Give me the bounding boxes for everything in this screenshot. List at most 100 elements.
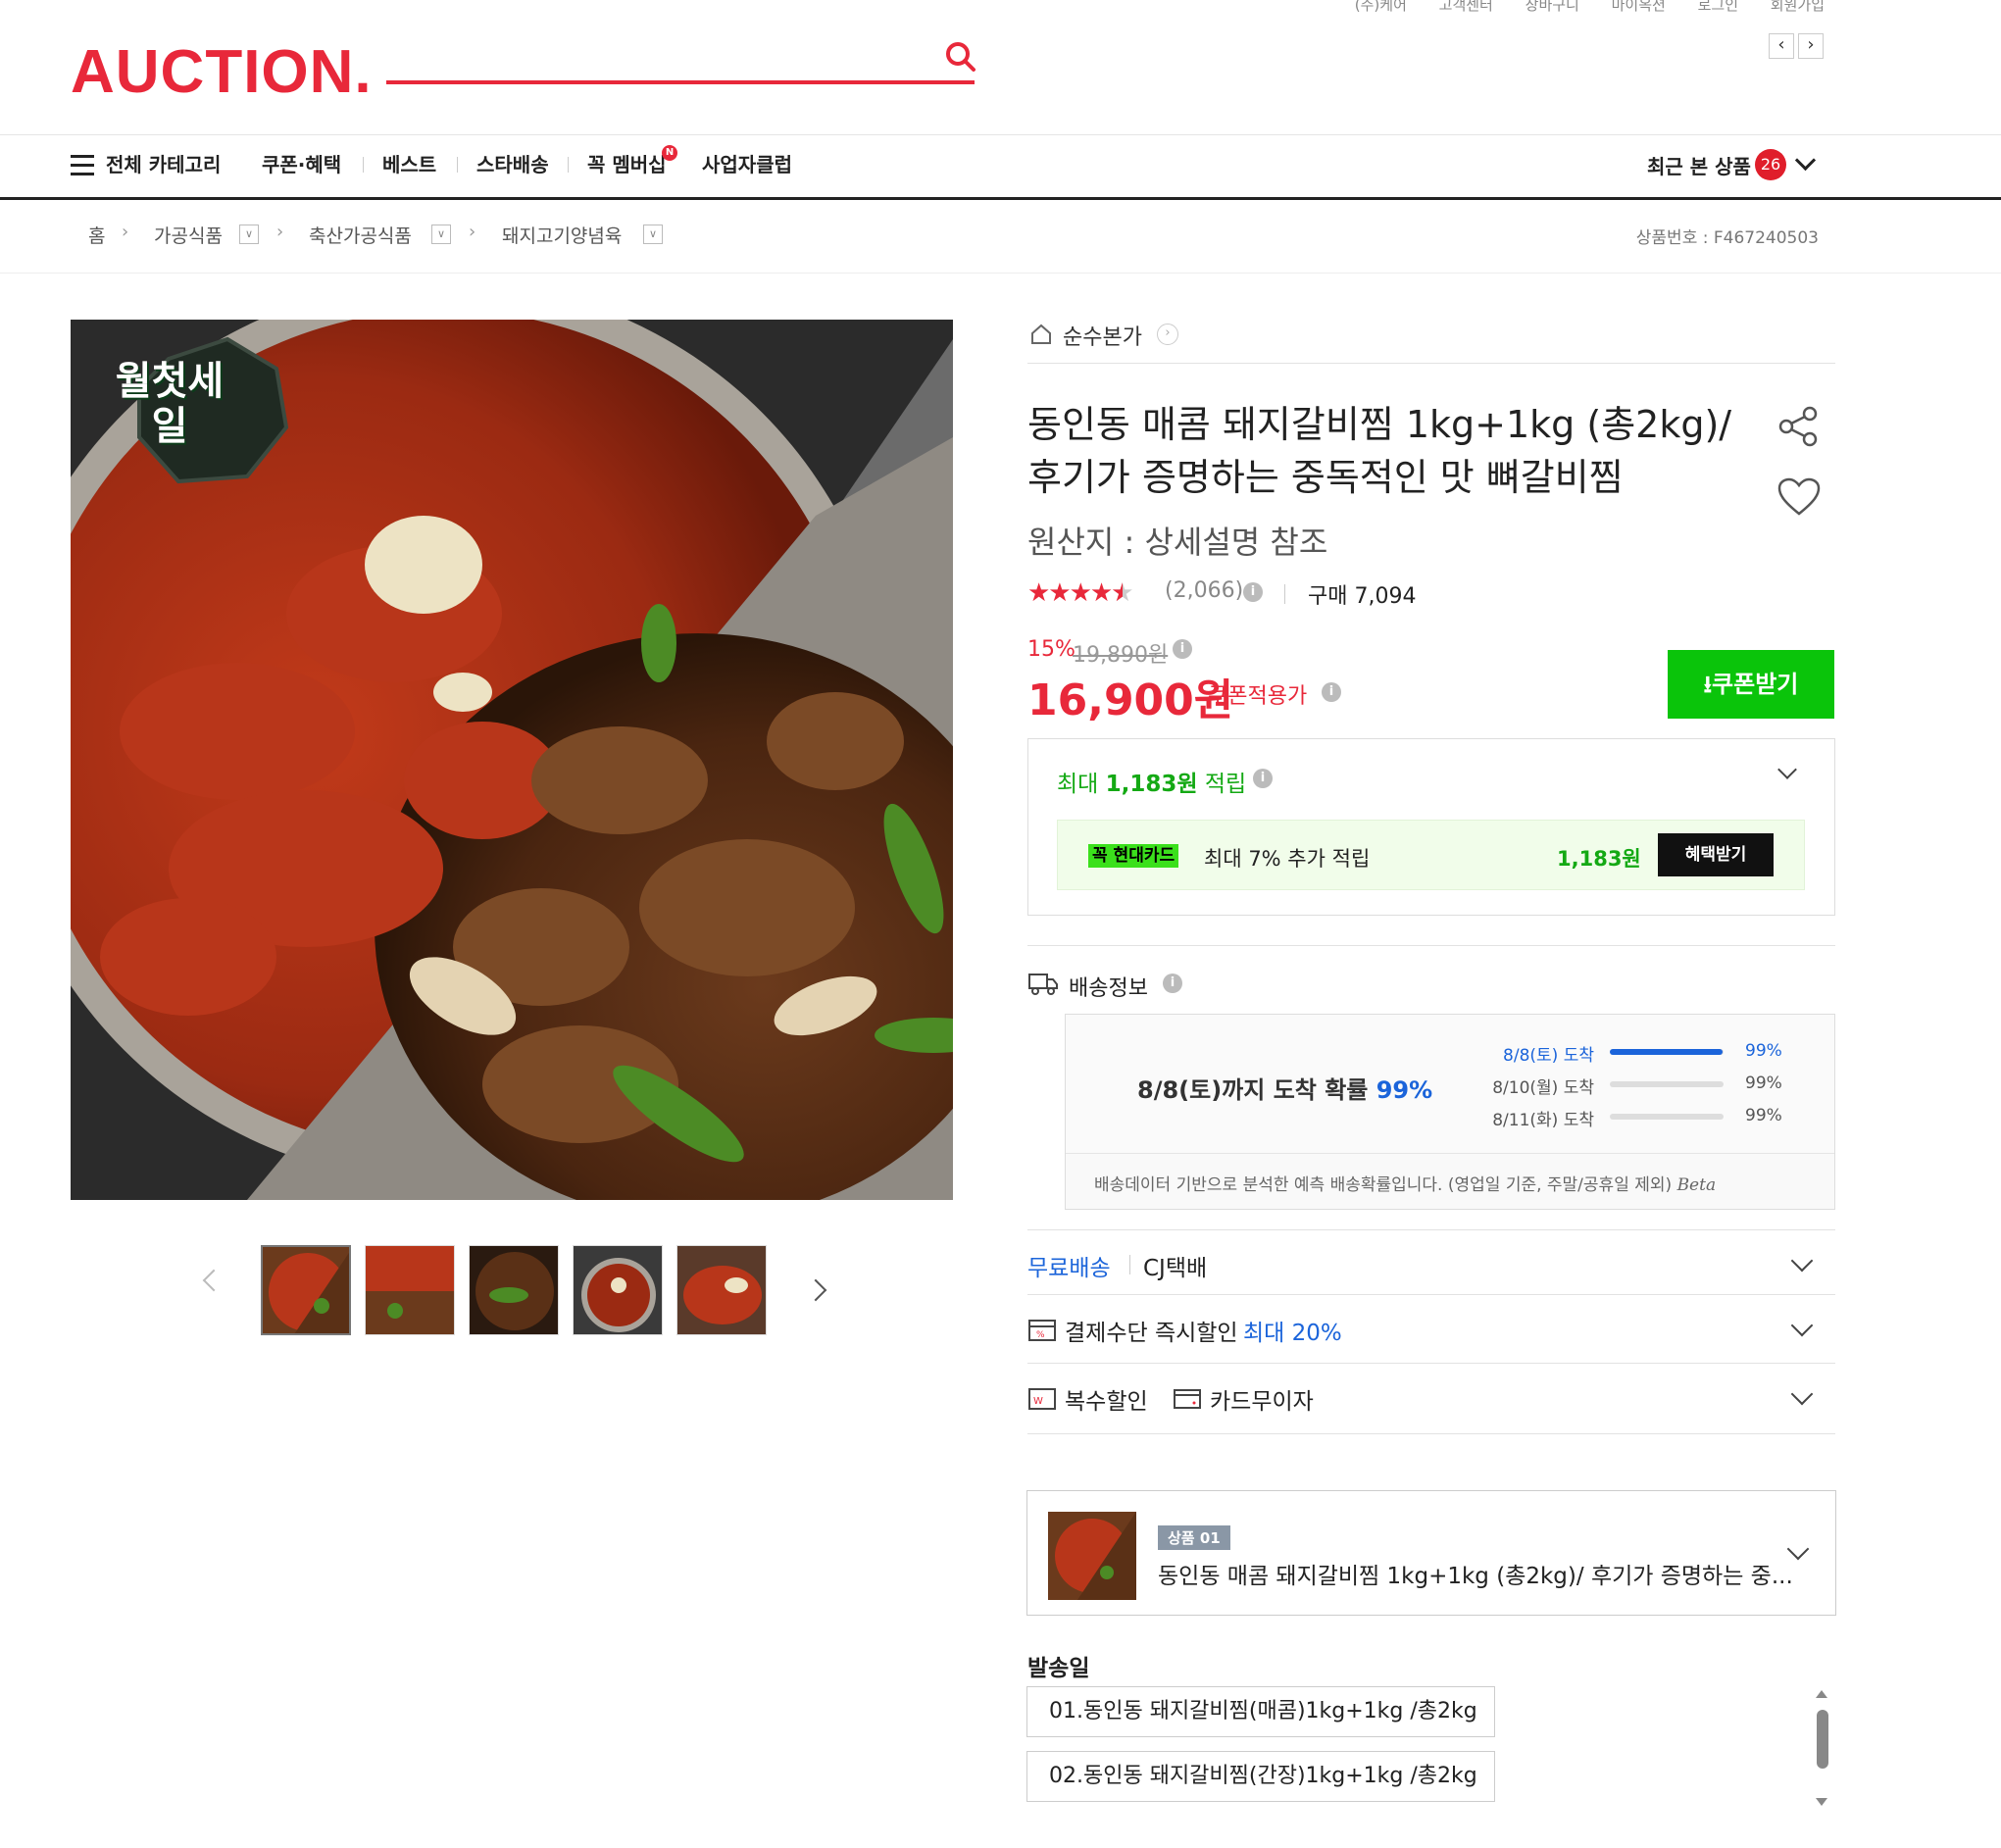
thumbnail[interactable] — [573, 1245, 663, 1335]
info-icon[interactable]: i — [1253, 769, 1273, 788]
thumb-next-icon[interactable] — [804, 1278, 827, 1302]
card-benefit-text: 최대 7% 추가 적립 — [1204, 847, 1371, 871]
nav-business-club[interactable]: 사업자클럽 — [702, 149, 792, 177]
nav-divider — [0, 134, 2001, 135]
option-select-item[interactable]: 01.동인동 돼지갈비찜(매콤)1kg+1kg /총2kg — [1026, 1686, 1495, 1737]
payment-discount-max: 최대 20% — [1243, 1321, 1342, 1346]
auction-logo[interactable]: AUCTION. — [71, 37, 373, 107]
multi-discount-icon: W — [1028, 1388, 1056, 1410]
arrival-date-label: 8/8(토) 도착 — [1503, 1046, 1594, 1066]
ship-date-label: 발송일 — [1027, 1656, 1090, 1681]
dropdown-icon[interactable]: ∨ — [431, 225, 451, 244]
selected-option-box[interactable] — [1026, 1490, 1836, 1616]
points-amount: 1,183원 — [1105, 772, 1198, 797]
separator — [1284, 584, 1285, 604]
arrival-headline-text: 8/8(토)까지 도착 확률 — [1137, 1076, 1369, 1104]
next-banner-button[interactable]: › — [1798, 33, 1824, 59]
probability-percent: 99% — [1745, 1106, 1782, 1125]
title-line: 후기가 증명하는 중독적인 맛 뼈갈비찜 — [1027, 456, 1624, 499]
card-benefit-amount: 1,183원 — [1557, 847, 1641, 871]
recent-count-badge: 26 — [1755, 149, 1786, 180]
review-count[interactable]: (2,066) — [1165, 578, 1243, 603]
arrival-probability-headline: 8/8(토)까지 도착 확률 99% — [1137, 1071, 1432, 1105]
nav-separator — [363, 157, 364, 173]
breadcrumb-item[interactable]: 가공식품 — [154, 222, 223, 248]
thumbnail[interactable] — [261, 1245, 351, 1335]
thumbnail[interactable] — [676, 1245, 767, 1335]
free-shipping-label: 무료배송 — [1027, 1256, 1111, 1281]
dropdown-icon[interactable]: ∨ — [643, 225, 663, 244]
option-select-item[interactable]: 02.동인동 돼지갈비찜(간장)1kg+1kg /총2kg — [1026, 1751, 1495, 1802]
thumb-prev-icon[interactable] — [202, 1269, 225, 1292]
search-input[interactable] — [386, 43, 939, 80]
discount-rate: 15% — [1027, 637, 1076, 662]
util-link[interactable]: 회원가입 — [1771, 0, 1825, 14]
info-icon[interactable]: i — [1243, 582, 1263, 602]
util-link[interactable]: (주)케어 — [1355, 0, 1407, 14]
dropdown-icon[interactable]: ∨ — [239, 225, 259, 244]
chevron-down-icon[interactable] — [1794, 149, 1817, 172]
search-icon[interactable] — [943, 39, 978, 75]
nav-coupon-benefits[interactable]: 쿠폰·혜택 — [262, 149, 341, 177]
scroll-down-icon[interactable] — [1816, 1798, 1827, 1806]
util-link[interactable]: 장바구니 — [1526, 0, 1579, 14]
chevron-down-icon[interactable] — [1790, 1249, 1814, 1273]
breadcrumb-arrow-icon: › — [469, 222, 476, 242]
nav-separator — [568, 157, 569, 173]
nav-best[interactable]: 베스트 — [382, 149, 436, 177]
shipping-info-title: 배송정보 — [1069, 976, 1148, 1001]
thumbnail[interactable] — [365, 1245, 455, 1335]
divider — [1027, 945, 1835, 946]
points-suffix: 적립 — [1204, 772, 1247, 797]
svg-text:%: % — [1036, 1330, 1045, 1340]
nav-bottom-border — [0, 197, 2001, 200]
breadcrumb-item[interactable]: 돼지고기양념육 — [502, 222, 622, 248]
nav-membership[interactable]: 꼭 멤버십 — [587, 149, 667, 177]
payment-discount-icon: % — [1028, 1320, 1056, 1341]
hyundai-card-tag: 꼭 현대카드 — [1088, 844, 1179, 868]
prev-banner-button[interactable]: ‹ — [1769, 33, 1794, 59]
max-points[interactable]: 최대 1,183원 적립 — [1057, 765, 1246, 798]
coupon-button[interactable]: ⭳쿠폰받기 — [1668, 650, 1834, 719]
nav-all-categories[interactable]: 전체 카테고리 — [106, 149, 221, 177]
breadcrumb-home[interactable]: 홈 — [88, 222, 105, 248]
shipping-note-text: 배송데이터 기반으로 분석한 예측 배송확률입니다. (영업일 기준, 주말/공… — [1094, 1175, 1673, 1195]
scroll-up-icon[interactable] — [1816, 1690, 1827, 1698]
title-line: 동인동 매콤 돼지갈비찜 1kg+1kg (총2kg)/ — [1027, 403, 1732, 446]
multi-discount-label: 복수할인 — [1065, 1389, 1148, 1415]
info-icon[interactable]: i — [1163, 974, 1182, 993]
divider — [1027, 1433, 1835, 1434]
download-icon: ⭳ — [1703, 671, 1713, 698]
chevron-down-icon[interactable] — [1790, 1382, 1814, 1406]
scrollbar-thumb[interactable] — [1817, 1710, 1828, 1769]
breadcrumb-item[interactable]: 축산가공식품 — [309, 222, 412, 248]
heart-icon[interactable] — [1776, 476, 1822, 518]
nav-star-delivery[interactable]: 스타배송 — [476, 149, 549, 177]
store-name[interactable]: 순수본가 — [1063, 320, 1142, 351]
thumbnail[interactable] — [469, 1245, 559, 1335]
sale-price: 16,900원 — [1027, 675, 1234, 725]
util-link[interactable]: 고객센터 — [1439, 0, 1493, 14]
separator — [1129, 1255, 1130, 1274]
recent-products-label[interactable]: 최근 본 상품 — [1647, 151, 1751, 179]
info-icon[interactable]: i — [1173, 639, 1192, 659]
coupon-button-label: 쿠폰받기 — [1712, 671, 1799, 698]
chevron-down-icon[interactable] — [1790, 1314, 1814, 1337]
probability-percent: 99% — [1745, 1074, 1782, 1093]
utility-links: (주)케어 고객센터 장바구니 마이옥션 로그인 회원가입 — [1327, 0, 1825, 15]
payment-discount-label: 결제수단 즉시할인 — [1065, 1321, 1238, 1346]
breadcrumb-arrow-icon: › — [276, 222, 284, 242]
info-icon[interactable]: i — [1322, 682, 1341, 702]
store-link-icon[interactable]: › — [1157, 324, 1178, 345]
get-benefit-button[interactable]: 혜택받기 — [1658, 833, 1774, 876]
purchase-count: 구매 7,094 — [1308, 584, 1417, 609]
breadcrumb-divider — [0, 273, 2001, 274]
share-icon[interactable] — [1776, 404, 1822, 449]
price-label: 쿠폰적용가 — [1208, 684, 1308, 709]
util-link[interactable]: 마이옥션 — [1612, 0, 1666, 14]
card-icon — [1174, 1389, 1201, 1409]
menu-icon[interactable] — [71, 155, 94, 175]
main-product-image[interactable]: 월첫세일 — [71, 320, 953, 1200]
util-link[interactable]: 로그인 — [1698, 0, 1738, 14]
origin-info: 원산지 : 상세설명 참조 — [1027, 524, 1328, 561]
